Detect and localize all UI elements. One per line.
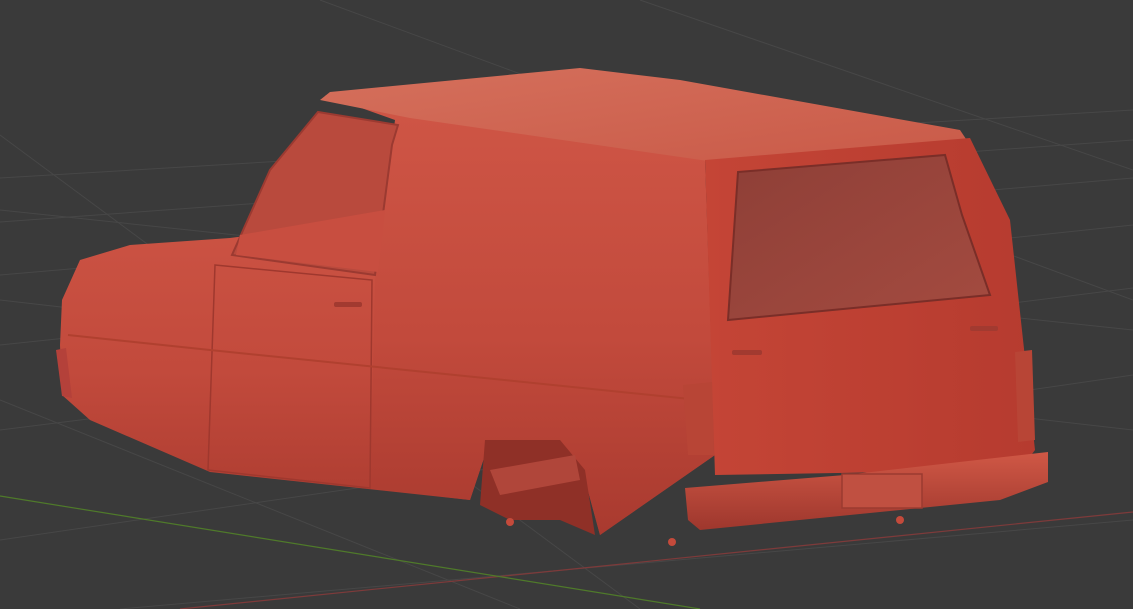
mount-tab-3 xyxy=(506,518,514,526)
rear-light-right xyxy=(1015,350,1035,442)
door-handle xyxy=(334,302,362,307)
van-body-mesh[interactable] xyxy=(56,68,1048,546)
viewport-canvas[interactable] xyxy=(0,0,1133,609)
mount-tab-2 xyxy=(896,516,904,524)
rear-light-left xyxy=(683,382,714,455)
rear-handle-right xyxy=(970,326,998,331)
number-plate-recess xyxy=(841,473,923,509)
mount-tab-1 xyxy=(668,538,676,546)
rear-handle-left xyxy=(732,350,762,355)
3d-viewport[interactable] xyxy=(0,0,1133,609)
x-axis-line xyxy=(179,511,1133,609)
rear-window xyxy=(726,153,992,322)
